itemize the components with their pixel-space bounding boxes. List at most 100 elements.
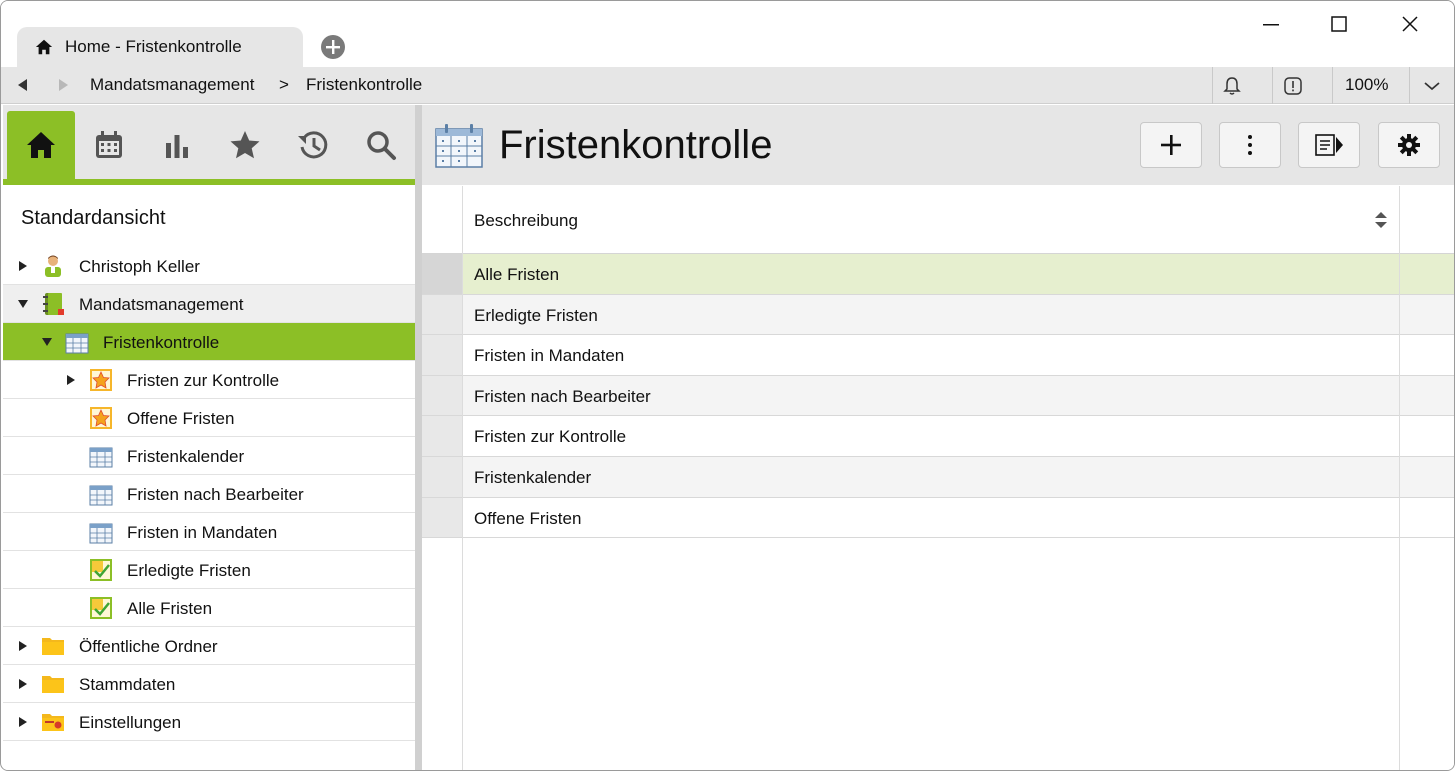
- table-row[interactable]: Offene Fristen: [422, 497, 1454, 539]
- calendar-icon: [96, 131, 122, 158]
- chevron-down-icon[interactable]: [1421, 75, 1443, 97]
- maximize-button[interactable]: [1315, 9, 1363, 39]
- tree-item-offene-fristen[interactable]: Offene Fristen: [3, 399, 415, 437]
- row-selector[interactable]: [422, 456, 462, 497]
- chevron-down-icon[interactable]: [17, 298, 29, 310]
- tree-item-fristen-zur-kontrolle[interactable]: Fristen zur Kontrolle: [3, 361, 415, 399]
- chevron-down-icon[interactable]: [41, 336, 53, 348]
- breadcrumb-item-mandatsmanagement[interactable]: Mandatsmanagement: [90, 75, 254, 95]
- tree-item-label: Fristenkalender: [127, 447, 245, 466]
- minimize-icon: [1263, 24, 1279, 26]
- info-icon[interactable]: [1282, 75, 1304, 97]
- tree-item-label: Fristenkontrolle: [103, 333, 220, 352]
- zoom-level[interactable]: 100%: [1345, 75, 1388, 95]
- back-icon[interactable]: [15, 77, 31, 93]
- history-icon: [298, 131, 328, 159]
- table-row[interactable]: Fristenkalender: [422, 456, 1454, 498]
- settings-button[interactable]: [1378, 122, 1440, 168]
- new-tab-icon[interactable]: [319, 33, 347, 61]
- row-cell: Fristen zur Kontrolle: [474, 427, 627, 447]
- table-row[interactable]: Fristen in Mandaten: [422, 335, 1454, 376]
- more-button[interactable]: [1219, 122, 1281, 168]
- navigation-tree: Christoph Keller Mandatsmanagement Frist…: [3, 247, 415, 741]
- chevron-right-icon[interactable]: [17, 260, 29, 272]
- tree-item-fristen-nach-bearbeiter[interactable]: Fristen nach Bearbeiter: [3, 475, 415, 513]
- tree-item-fristenkontrolle[interactable]: Fristenkontrolle: [3, 323, 415, 361]
- tool-statistics[interactable]: [143, 111, 211, 179]
- app-window: Home - Fristenkontrolle Mandatsmanagemen…: [0, 0, 1455, 771]
- content-header: Fristenkontrolle: [422, 105, 1454, 185]
- title-bar: Home - Fristenkontrolle: [1, 1, 1454, 67]
- binder-icon: [43, 293, 64, 315]
- tool-search[interactable]: [347, 111, 415, 179]
- page-title: Fristenkontrolle: [499, 123, 773, 167]
- tree-item-stammdaten[interactable]: Stammdaten: [3, 665, 415, 703]
- divider: [1272, 67, 1273, 104]
- tree-item-label: Erledigte Fristen: [127, 561, 251, 580]
- row-selector[interactable]: [422, 416, 462, 456]
- star-folder-icon: [90, 407, 112, 429]
- tool-history[interactable]: [279, 111, 347, 179]
- check-folder-icon: [90, 559, 112, 581]
- chevron-right-icon[interactable]: [65, 374, 77, 386]
- row-selector[interactable]: [422, 375, 462, 416]
- row-selector[interactable]: [422, 335, 462, 375]
- row-cell: Fristen in Mandaten: [474, 346, 625, 366]
- tool-bar: [3, 105, 415, 185]
- minimize-button[interactable]: [1247, 9, 1295, 39]
- close-button[interactable]: [1386, 9, 1434, 39]
- tool-favorites[interactable]: [211, 111, 279, 179]
- star-icon: [230, 131, 260, 159]
- data-grid: Beschreibung Alle Fristen Erledigte Fris…: [422, 186, 1454, 539]
- add-button[interactable]: [1140, 122, 1202, 168]
- chevron-right-icon[interactable]: [17, 716, 29, 728]
- panel-splitter[interactable]: [415, 105, 422, 770]
- close-icon: [1402, 16, 1418, 32]
- tree-item-label: Öffentliche Ordner: [79, 637, 218, 656]
- tree-item-label: Offene Fristen: [127, 409, 235, 428]
- divider: [1409, 67, 1410, 104]
- tree-item-erledigte-fristen[interactable]: Erledigte Fristen: [3, 551, 415, 589]
- tree-item-einstellungen[interactable]: Einstellungen: [3, 703, 415, 741]
- person-icon: [45, 255, 61, 277]
- tree-item-alle-fristen[interactable]: Alle Fristen: [3, 589, 415, 627]
- row-selector[interactable]: [422, 254, 462, 294]
- content-panel: Fristenkontrolle Beschreibung Alle Frist…: [422, 105, 1454, 770]
- tree-item-christoph-keller[interactable]: Christoph Keller: [3, 247, 415, 285]
- column-header-beschreibung[interactable]: Beschreibung: [474, 211, 578, 231]
- tool-home[interactable]: [7, 111, 75, 179]
- table-row[interactable]: Alle Fristen: [422, 254, 1454, 295]
- sort-icon[interactable]: [1374, 211, 1388, 229]
- row-selector[interactable]: [422, 497, 462, 538]
- chevron-right-icon[interactable]: [17, 678, 29, 690]
- folder-icon: [42, 638, 64, 655]
- maximize-icon: [1331, 16, 1347, 32]
- settings-icon: [1398, 134, 1420, 156]
- table-row[interactable]: Erledigte Fristen: [422, 294, 1454, 336]
- panel-toggle-button[interactable]: [1298, 122, 1360, 168]
- tree-item-fristenkalender[interactable]: Fristenkalender: [3, 437, 415, 475]
- forward-icon[interactable]: [55, 77, 71, 93]
- tree-item-label: Fristen in Mandaten: [127, 523, 278, 542]
- table-row[interactable]: Fristen zur Kontrolle: [422, 416, 1454, 457]
- tab-title: Home - Fristenkontrolle: [65, 37, 242, 56]
- column-divider: [1399, 186, 1400, 770]
- divider: [1212, 67, 1213, 104]
- chevron-right-icon[interactable]: [17, 640, 29, 652]
- bell-icon[interactable]: [1221, 75, 1243, 97]
- add-icon: [1161, 135, 1181, 155]
- breadcrumb-item-fristenkontrolle[interactable]: Fristenkontrolle: [306, 75, 422, 95]
- tree-item-label: Christoph Keller: [79, 257, 200, 276]
- row-selector[interactable]: [422, 294, 462, 335]
- table-row[interactable]: Fristen nach Bearbeiter: [422, 375, 1454, 417]
- tab-home[interactable]: Home - Fristenkontrolle: [17, 27, 303, 67]
- row-cell: Offene Fristen: [474, 508, 582, 528]
- tool-calendar[interactable]: [75, 111, 143, 179]
- check-folder-icon: [90, 597, 112, 619]
- tree-item-label: Fristen nach Bearbeiter: [127, 485, 304, 504]
- tree-item-label: Fristen zur Kontrolle: [127, 371, 280, 390]
- tree-item-fristen-in-mandaten[interactable]: Fristen in Mandaten: [3, 513, 415, 551]
- tree-item-mandatsmanagement[interactable]: Mandatsmanagement: [3, 285, 415, 323]
- tree-item-oeffentliche-ordner[interactable]: Öffentliche Ordner: [3, 627, 415, 665]
- chart-icon: [166, 135, 188, 158]
